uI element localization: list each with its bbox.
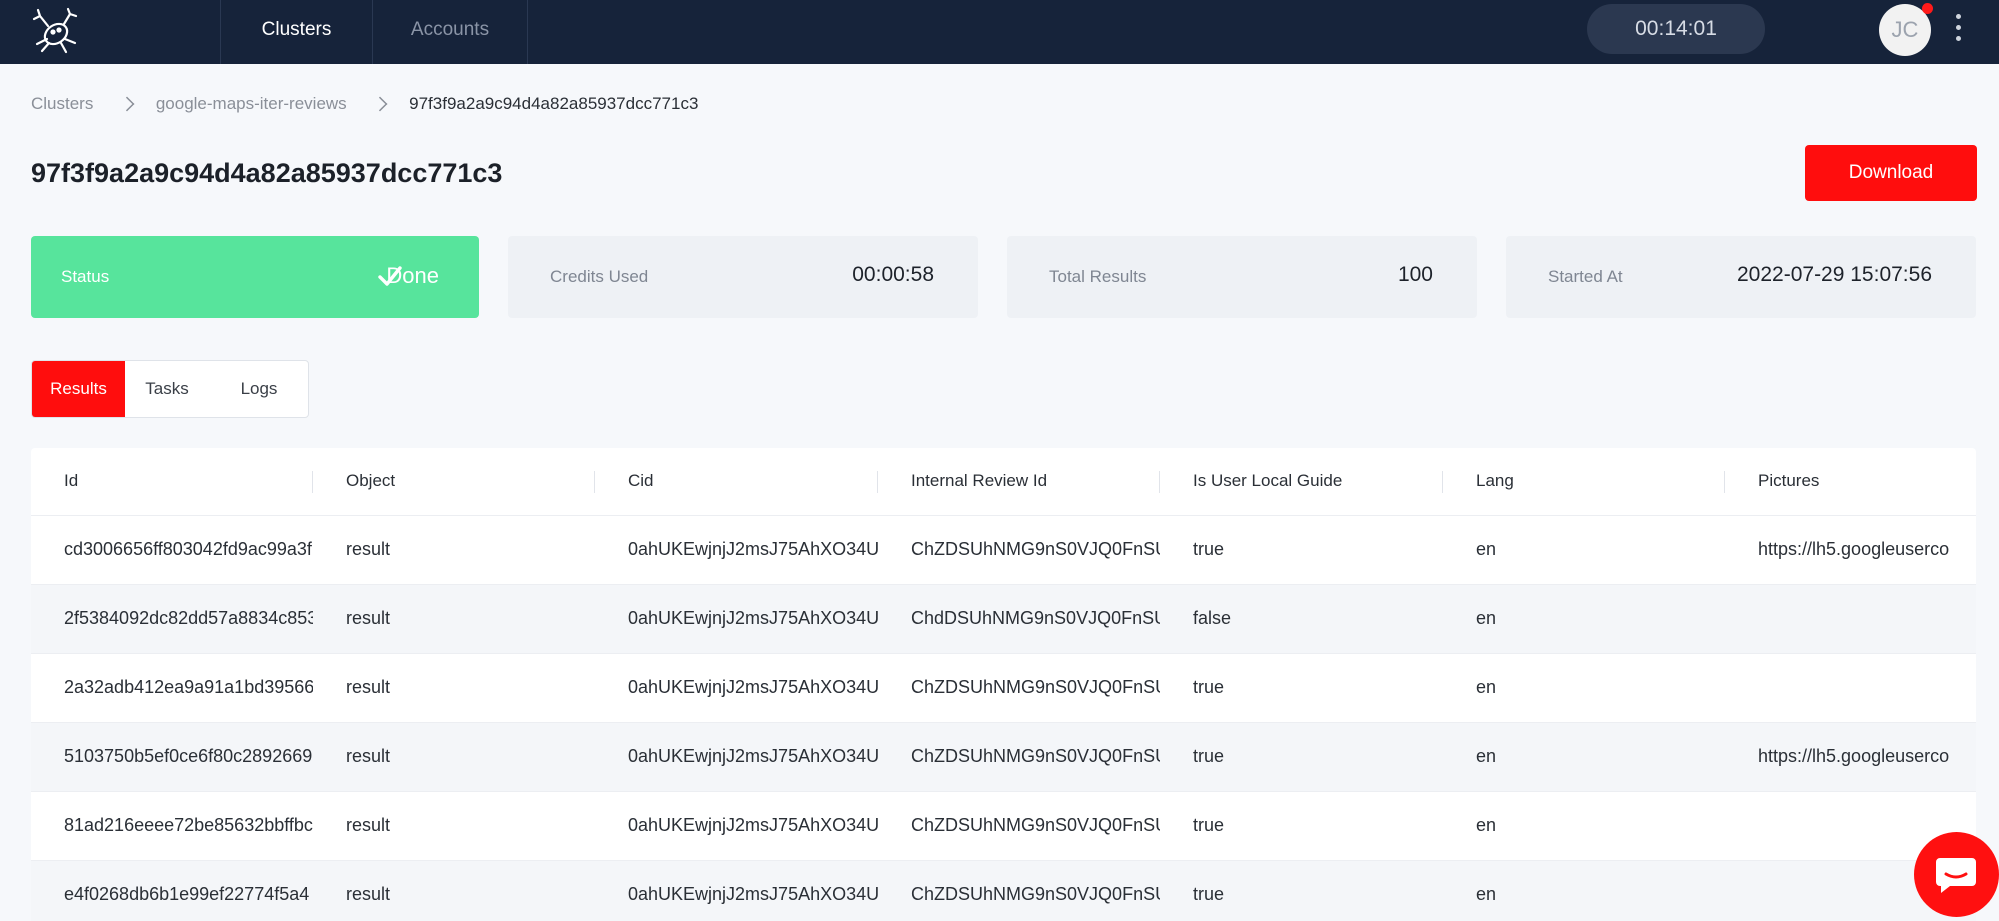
cell-lang: en	[1443, 790, 1725, 860]
table-row[interactable]: cd3006656ff803042fd9ac99a3f result 0ahUK…	[31, 514, 1976, 584]
chevron-right-icon	[119, 96, 135, 111]
nav-tab-clusters[interactable]: Clusters	[220, 0, 372, 64]
credits-used-card: Credits Used 00:00:58	[508, 236, 978, 318]
cell-local-guide: true	[1160, 514, 1443, 584]
cell-id: e4f0268db6b1e99ef22774f5a4	[31, 859, 313, 921]
breadcrumb-cluster[interactable]: google-maps-iter-reviews	[156, 94, 347, 114]
notification-dot	[1922, 3, 1933, 14]
cell-lang: en	[1443, 583, 1725, 653]
cell-cid: 0ahUKEwjnjJ2msJ75AhXO34Uk	[595, 652, 878, 722]
cell-lang: en	[1443, 859, 1725, 921]
crab-logo-icon[interactable]	[28, 6, 84, 58]
total-results-label: Total Results	[1049, 267, 1147, 286]
table-row[interactable]: e4f0268db6b1e99ef22774f5a4 result 0ahUKE…	[31, 859, 1976, 921]
cell-object: result	[313, 652, 595, 722]
cell-cid: 0ahUKEwjnjJ2msJ75AhXO34Uk	[595, 583, 878, 653]
cell-object: result	[313, 583, 595, 653]
cell-local-guide: true	[1160, 790, 1443, 860]
cell-cid: 0ahUKEwjnjJ2msJ75AhXO34Uk	[595, 721, 878, 791]
started-at-card: Started At 2022-07-29 15:07:56	[1506, 236, 1976, 318]
column-header[interactable]: Internal Review Id	[878, 448, 1160, 515]
chat-widget-button[interactable]	[1914, 832, 1999, 917]
cell-lang: en	[1443, 652, 1725, 722]
cell-id: 2f5384092dc82dd57a8834c853	[31, 583, 313, 653]
chat-bubble-icon	[1936, 858, 1976, 893]
top-nav: Clusters Accounts 00:14:01 JC	[0, 0, 1999, 64]
cell-lang: en	[1443, 514, 1725, 584]
column-header[interactable]: Lang	[1443, 448, 1725, 515]
column-header[interactable]: Cid	[595, 448, 878, 515]
table-row[interactable]: 2f5384092dc82dd57a8834c853 result 0ahUKE…	[31, 583, 1976, 653]
cell-object: result	[313, 859, 595, 921]
cell-cid: 0ahUKEwjnjJ2msJ75AhXO34Uk	[595, 790, 878, 860]
result-tabs: Results Tasks Logs	[31, 360, 309, 418]
more-options-icon[interactable]	[1950, 10, 1966, 50]
column-header[interactable]: Object	[313, 448, 595, 515]
tab-tasks[interactable]: Tasks	[125, 361, 209, 417]
breadcrumb-current: 97f3f9a2a9c94d4a82a85937dcc771c3	[409, 93, 699, 113]
cell-object: result	[313, 514, 595, 584]
cell-internal-review-id: ChdDSUhNMG9nS0VJQ0FnSU	[878, 583, 1160, 653]
cell-object: result	[313, 790, 595, 860]
cell-internal-review-id: ChZDSUhNMG9nS0VJQ0FnSUI	[878, 514, 1160, 584]
page-title: 97f3f9a2a9c94d4a82a85937dcc771c3	[31, 158, 503, 188]
cell-internal-review-id: ChZDSUhNMG9nS0VJQ0FnSUI	[878, 790, 1160, 860]
cell-local-guide: true	[1160, 859, 1443, 921]
cell-pictures[interactable]: https://lh5.googleuserco	[1725, 514, 1976, 584]
cell-cid: 0ahUKEwjnjJ2msJ75AhXO34Uk	[595, 859, 878, 921]
cell-internal-review-id: ChZDSUhNMG9nS0VJQ0FnSU	[878, 721, 1160, 791]
status-label: Status	[61, 267, 110, 286]
column-header[interactable]: Is User Local Guide	[1160, 448, 1443, 515]
cell-pictures	[1725, 652, 1976, 722]
cell-pictures	[1725, 583, 1976, 653]
credits-used-label: Credits Used	[550, 267, 649, 286]
table-header-row: Id Object Cid Internal Review Id Is User…	[31, 448, 1976, 515]
total-results-value: 100	[1397, 263, 1433, 286]
total-results-card: Total Results 100	[1007, 236, 1477, 318]
session-timer: 00:14:01	[1587, 4, 1765, 54]
column-header[interactable]: Pictures	[1725, 448, 1976, 515]
started-at-value: 2022-07-29 15:07:56	[1737, 263, 1932, 286]
cell-local-guide: true	[1160, 652, 1443, 722]
status-card: Status Done	[31, 236, 479, 318]
table-row[interactable]: 81ad216eeee72be85632bbffbc result 0ahUKE…	[31, 790, 1976, 860]
breadcrumb-clusters[interactable]: Clusters	[31, 94, 93, 114]
cell-id: 2a32adb412ea9a91a1bd39566	[31, 652, 313, 722]
tab-logs[interactable]: Logs	[209, 361, 309, 417]
cell-local-guide: true	[1160, 721, 1443, 791]
cell-object: result	[313, 721, 595, 791]
tab-results[interactable]: Results	[32, 361, 125, 417]
table-row[interactable]: 2a32adb412ea9a91a1bd39566 result 0ahUKEw…	[31, 652, 1976, 722]
column-header[interactable]: Id	[31, 448, 313, 515]
cell-id: 81ad216eeee72be85632bbffbc	[31, 790, 313, 860]
chevron-right-icon	[372, 96, 388, 111]
cell-cid: 0ahUKEwjnjJ2msJ75AhXO34Uk	[595, 514, 878, 584]
breadcrumb: Clusters google-maps-iter-reviews 97f3f9…	[31, 93, 698, 113]
cell-internal-review-id: ChZDSUhNMG9nS0VJQ0FnSUI	[878, 859, 1160, 921]
credits-used-value: 00:00:58	[852, 263, 934, 286]
cell-local-guide: false	[1160, 583, 1443, 653]
started-at-label: Started At	[1548, 267, 1623, 286]
cell-id: 5103750b5ef0ce6f80c2892669	[31, 721, 313, 791]
cell-internal-review-id: ChZDSUhNMG9nS0VJQ0FnSU	[878, 652, 1160, 722]
table-row[interactable]: 5103750b5ef0ce6f80c2892669 result 0ahUKE…	[31, 721, 1976, 791]
results-table: Id Object Cid Internal Review Id Is User…	[31, 448, 1976, 921]
status-value: Done	[386, 263, 439, 288]
cell-pictures[interactable]: https://lh5.googleuserco	[1725, 721, 1976, 791]
download-button[interactable]: Download	[1805, 145, 1977, 201]
nav-tab-accounts[interactable]: Accounts	[372, 0, 528, 64]
cell-id: cd3006656ff803042fd9ac99a3f	[31, 514, 313, 584]
cell-lang: en	[1443, 721, 1725, 791]
